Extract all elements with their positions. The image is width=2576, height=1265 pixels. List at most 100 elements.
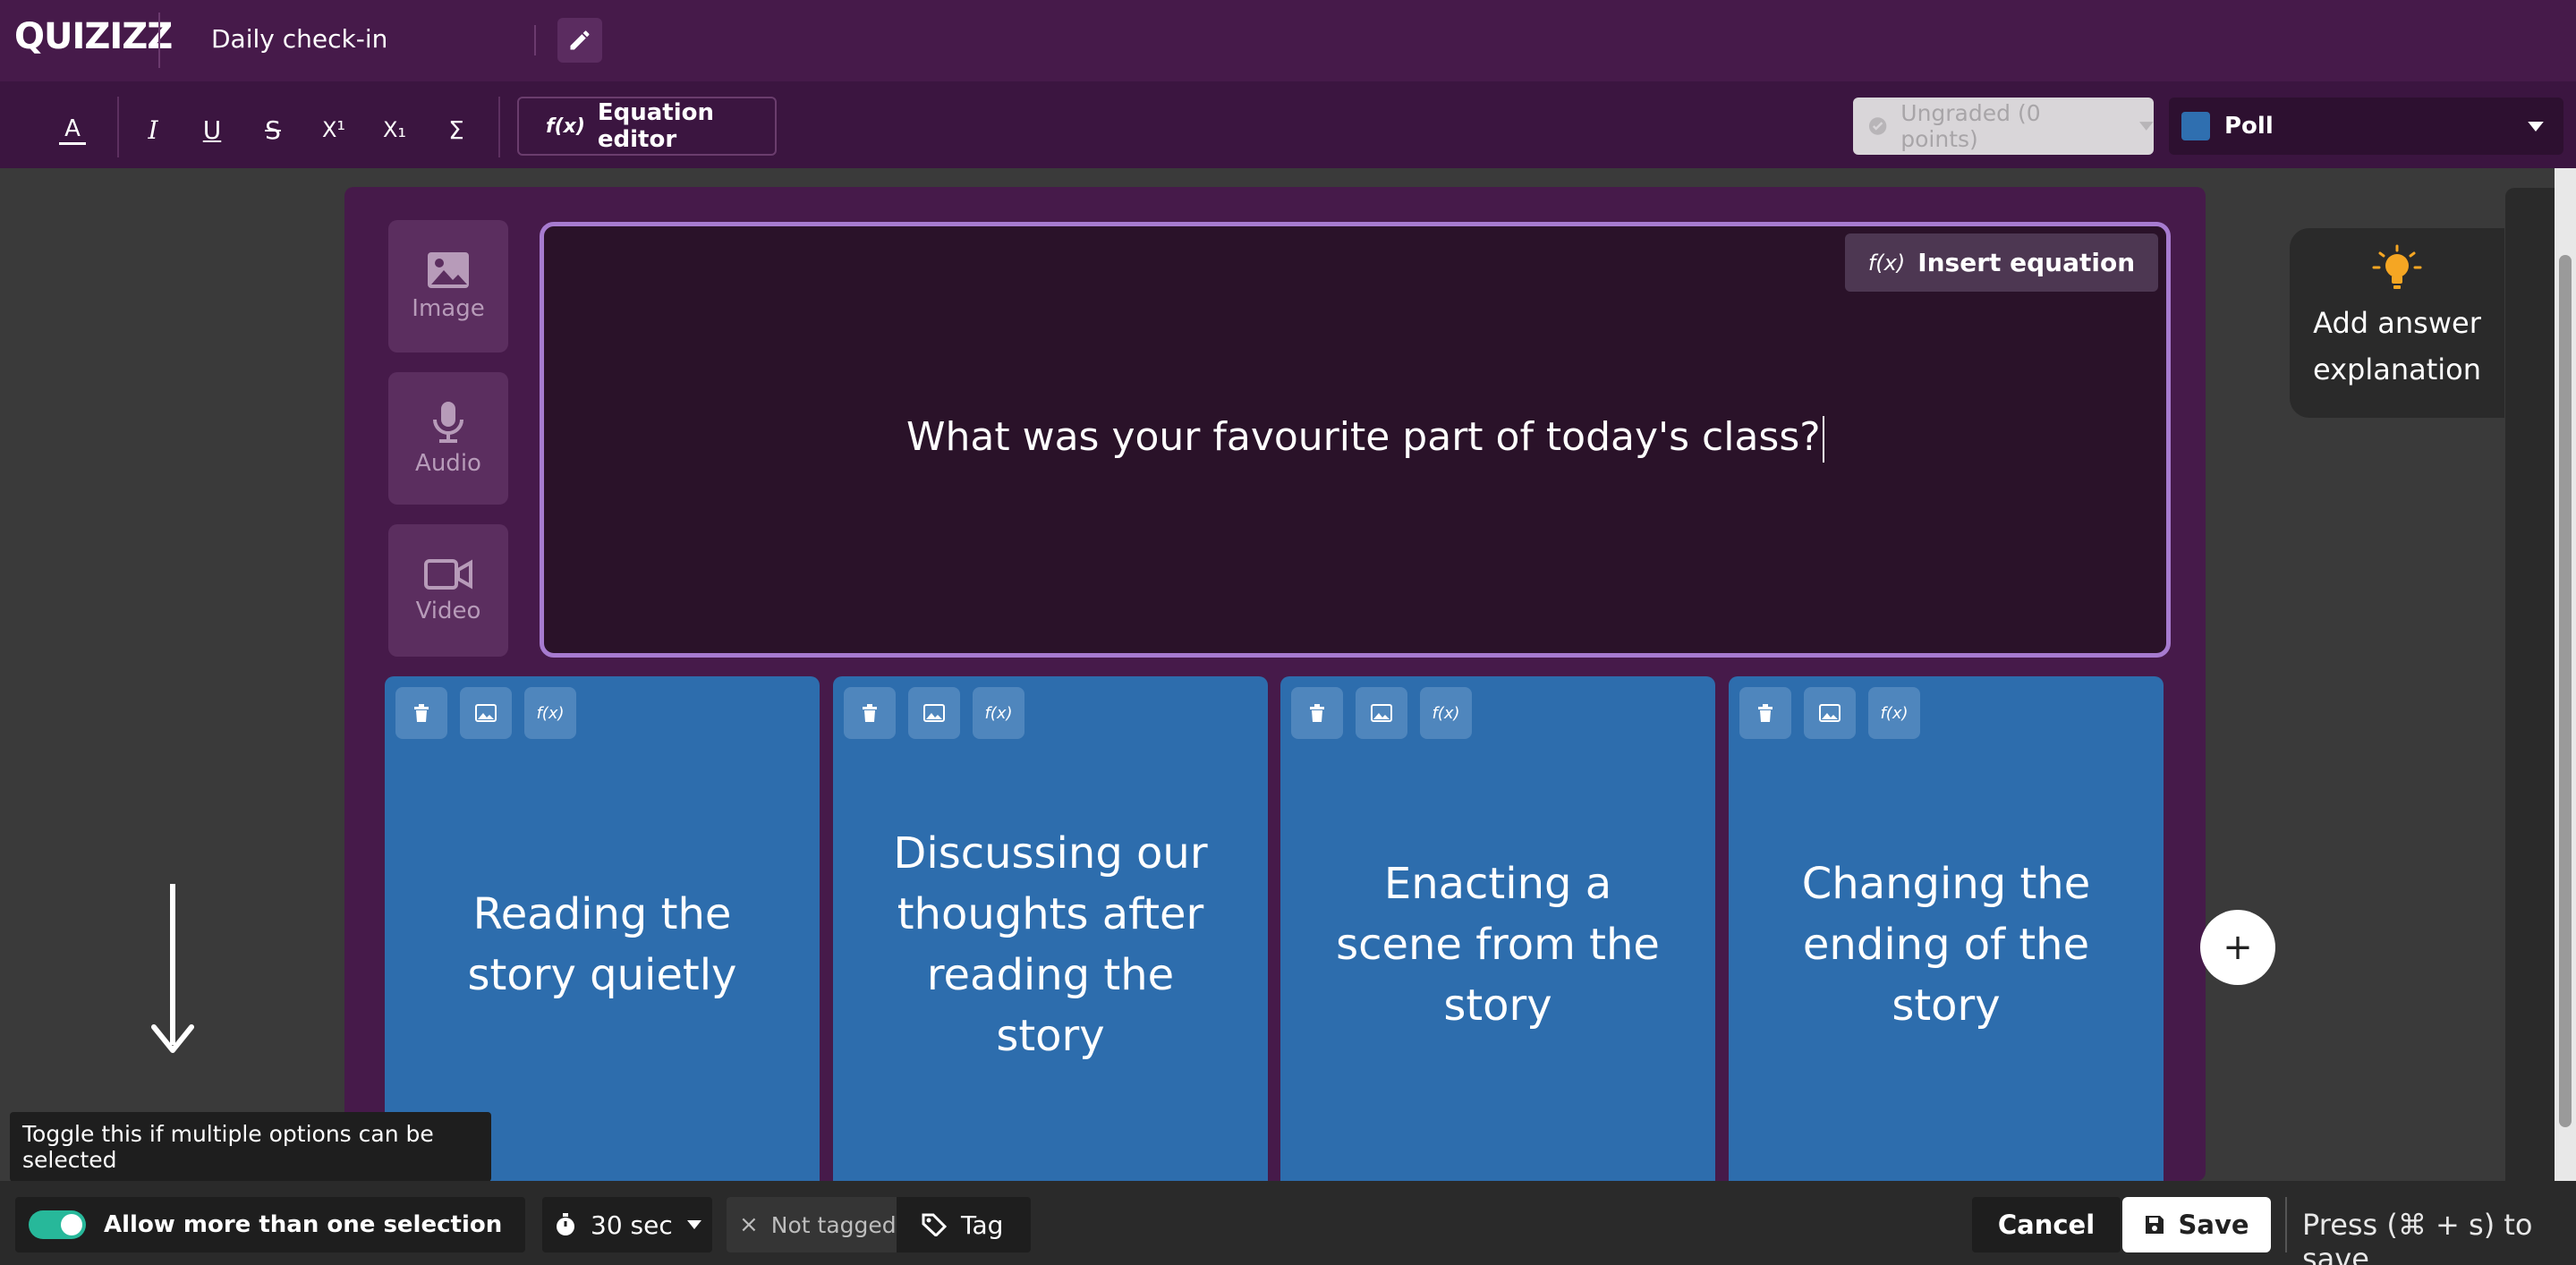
caret-down-icon: [686, 1220, 701, 1229]
add-video-button[interactable]: Video: [388, 524, 508, 657]
text-color-icon: A: [59, 115, 86, 145]
option-equation-button[interactable]: f(x): [1420, 687, 1472, 739]
multi-select-tooltip: Toggle this if multiple options can be s…: [10, 1112, 491, 1182]
tag-status[interactable]: × Not tagged: [727, 1197, 897, 1252]
option-equation-button[interactable]: f(x): [973, 687, 1024, 739]
answer-option-3[interactable]: f(x) Enacting a scene from the story: [1280, 676, 1715, 1181]
option-image-button[interactable]: [908, 687, 960, 739]
option-image-button[interactable]: [460, 687, 512, 739]
save-button[interactable]: Save: [2122, 1197, 2271, 1252]
answer-option-4[interactable]: f(x) Changing the ending of the story: [1729, 676, 2164, 1181]
sigma-icon: Σ: [448, 115, 464, 145]
multi-select-setting[interactable]: Allow more than one selection: [15, 1197, 525, 1252]
question-type-dropdown[interactable]: Poll: [2169, 98, 2563, 155]
grading-dropdown[interactable]: Ungraded (0 points): [1853, 98, 2154, 155]
insert-equation-button[interactable]: f(x) Insert equation: [1845, 233, 2158, 292]
add-image-button[interactable]: Image: [388, 220, 508, 352]
option-equation-button[interactable]: f(x): [524, 687, 576, 739]
option-image-button[interactable]: [1804, 687, 1856, 739]
trash-icon: [414, 704, 429, 722]
caret-down-icon: [2139, 122, 2154, 131]
tag-button[interactable]: Tag: [922, 1197, 1029, 1252]
answer-option-2[interactable]: f(x) Discussing our thoughts after readi…: [833, 676, 1268, 1181]
save-shortcut-hint: Press (⌘ + s) to save: [2302, 1208, 2533, 1265]
image-icon: [1371, 704, 1392, 722]
italic-icon: I: [148, 115, 158, 145]
insert-equation-label: Insert equation: [1917, 248, 2136, 277]
option-text[interactable]: Changing the ending of the story: [1764, 855, 2128, 1034]
image-icon: [475, 704, 497, 722]
function-icon: f(x): [536, 703, 565, 723]
image-label: Image: [412, 295, 485, 322]
option-text[interactable]: Enacting a scene from the story: [1316, 855, 1679, 1034]
arrow-down-icon: [151, 884, 194, 1053]
plus-icon: +: [2223, 927, 2253, 968]
equation-editor-button[interactable]: f(x) Equation editor: [517, 97, 777, 156]
timer-dropdown[interactable]: 30 sec: [542, 1197, 712, 1252]
footer-divider: [2285, 1197, 2287, 1252]
strikethrough-icon: S: [265, 115, 281, 145]
sum-button[interactable]: Σ: [434, 107, 479, 152]
poll-icon: [2181, 112, 2210, 140]
equation-editor-label: Equation editor: [597, 99, 715, 153]
subscript-button[interactable]: X₁: [372, 107, 417, 152]
title-divider: [534, 25, 536, 55]
question-text[interactable]: What was your favourite part of today's …: [906, 414, 1824, 463]
italic-button[interactable]: I: [131, 107, 175, 152]
function-icon: f(x): [1432, 703, 1460, 723]
tag-status-label: Not tagged: [770, 1211, 897, 1238]
quizizz-logo[interactable]: QUIZIZZ: [14, 16, 173, 57]
video-icon: [424, 559, 472, 590]
audio-label: Audio: [415, 450, 481, 477]
tag-label: Tag: [961, 1210, 1004, 1240]
edit-title-button[interactable]: [557, 18, 602, 63]
stopwatch-icon: [557, 1213, 574, 1235]
function-icon: f(x): [1867, 250, 1906, 276]
cancel-button[interactable]: Cancel: [1972, 1197, 2121, 1252]
superscript-button[interactable]: X¹: [311, 107, 356, 152]
scrollbar-thumb[interactable]: [2559, 255, 2572, 1127]
question-type-label: Poll: [2224, 113, 2274, 140]
underline-button[interactable]: U: [190, 107, 234, 152]
close-icon: ×: [739, 1211, 759, 1238]
toggle-knob: [61, 1214, 82, 1235]
toolbar-divider: [117, 97, 119, 157]
delete-option-button[interactable]: [844, 687, 896, 739]
function-icon: f(x): [984, 703, 1013, 723]
video-label: Video: [415, 598, 481, 624]
timer-value: 30 sec: [591, 1210, 673, 1240]
quiz-title[interactable]: Daily check-in: [211, 24, 387, 54]
subscript-icon: X₁: [382, 117, 407, 142]
function-icon: f(x): [1880, 703, 1909, 723]
add-option-button[interactable]: +: [2200, 910, 2275, 985]
delete-option-button[interactable]: [1739, 687, 1791, 739]
text-color-button[interactable]: A: [50, 107, 95, 152]
lightbulb-icon: [2372, 244, 2422, 289]
superscript-icon: X¹: [321, 117, 346, 142]
delete-option-button[interactable]: [395, 687, 447, 739]
add-audio-button[interactable]: Audio: [388, 372, 508, 505]
tag-icon: [922, 1213, 947, 1236]
function-icon: f(x): [546, 115, 585, 138]
check-circle-icon: [1868, 117, 1887, 135]
answer-option-1[interactable]: f(x) Reading the story quietly: [385, 676, 820, 1181]
toolbar-divider: [498, 97, 500, 157]
multi-select-toggle[interactable]: [29, 1210, 86, 1239]
save-label: Save: [2178, 1210, 2249, 1240]
trash-icon: [1758, 704, 1773, 722]
option-equation-button[interactable]: f(x): [1868, 687, 1920, 739]
answer-explanation-label: Add answer explanation: [2312, 306, 2482, 386]
save-icon: [2146, 1216, 2164, 1234]
option-image-button[interactable]: [1356, 687, 1407, 739]
delete-option-button[interactable]: [1291, 687, 1343, 739]
option-text[interactable]: Reading the story quietly: [421, 855, 784, 1034]
microphone-icon: [433, 402, 463, 443]
trash-icon: [863, 704, 877, 722]
option-text[interactable]: Discussing our thoughts after reading th…: [869, 828, 1232, 1061]
header-divider: [158, 13, 160, 68]
caret-down-icon: [2528, 121, 2544, 132]
underline-icon: U: [202, 115, 222, 145]
text-cursor: [1822, 416, 1824, 463]
add-answer-explanation-button[interactable]: Add answer explanation: [2290, 228, 2504, 418]
strikethrough-button[interactable]: S: [251, 107, 295, 152]
